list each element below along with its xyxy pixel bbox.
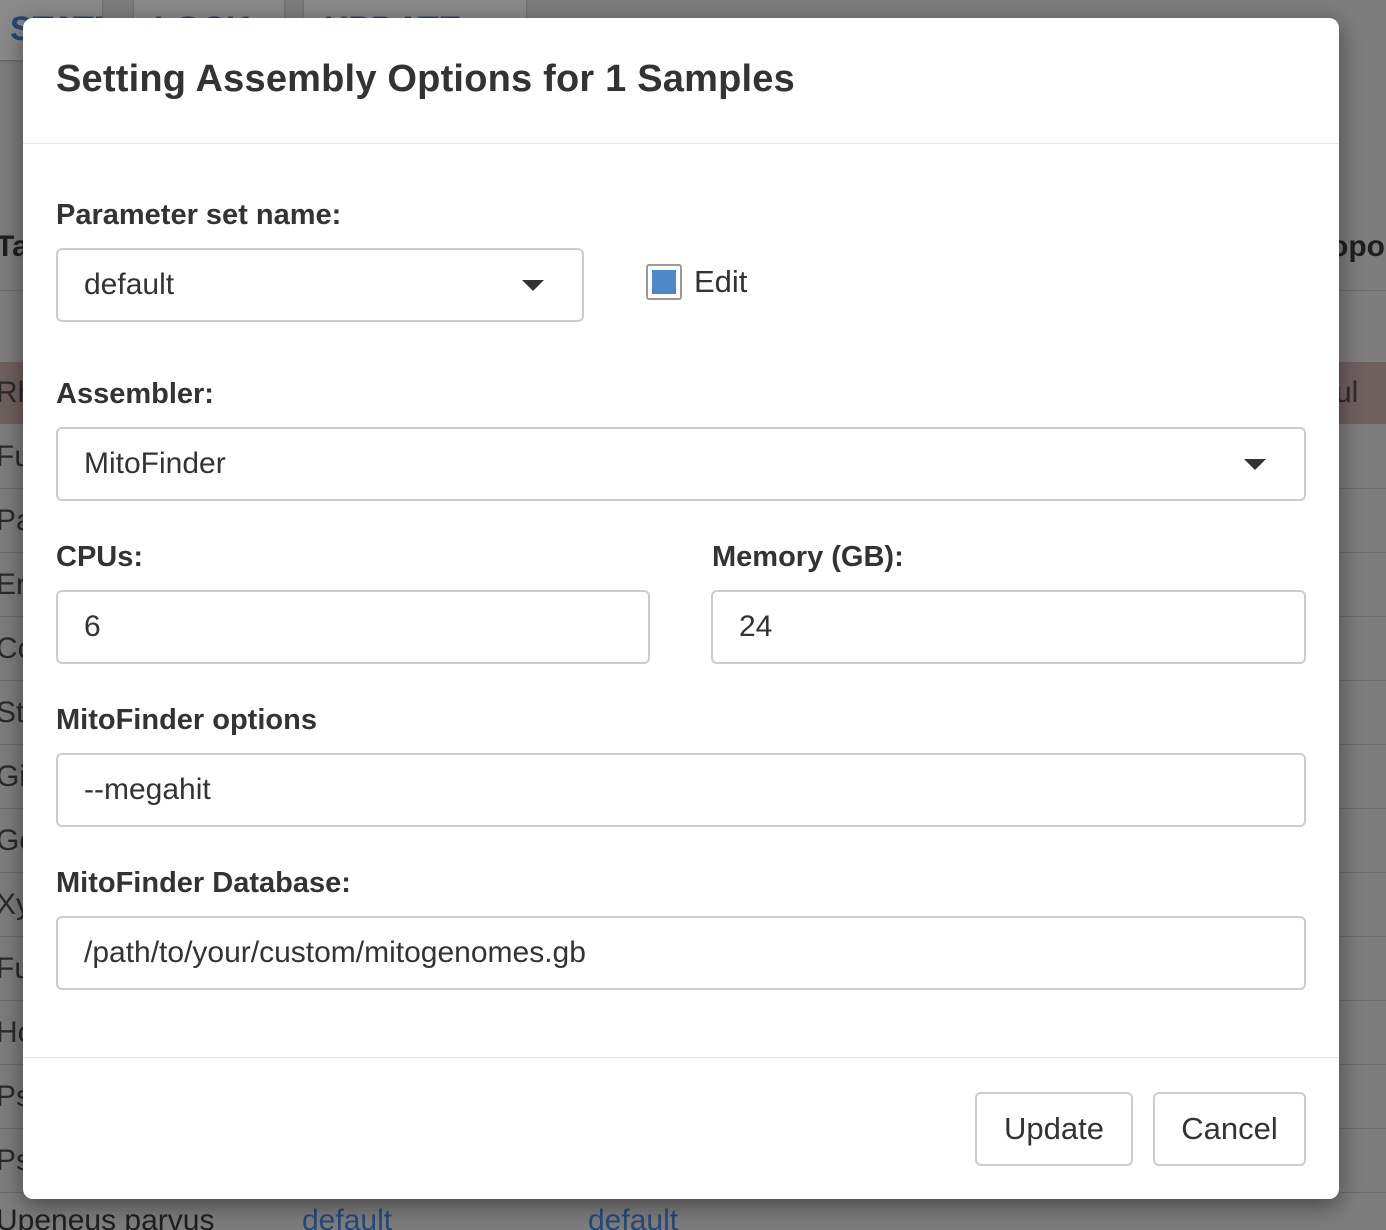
assembly-options-modal: Setting Assembly Options for 1 Samples P… <box>23 18 1339 1199</box>
cpus-input[interactable]: 6 <box>56 590 650 664</box>
cpus-value: 6 <box>84 610 101 643</box>
mitofinder-options-label: MitoFinder options <box>56 704 317 736</box>
parameter-set-select[interactable]: default <box>56 248 584 322</box>
memory-input[interactable]: 24 <box>711 590 1306 664</box>
modal-body: Parameter set name: default Edit Assembl… <box>23 144 1339 1057</box>
chevron-down-icon <box>1244 458 1266 470</box>
memory-label: Memory (GB): <box>712 541 904 573</box>
bg-default-link: default <box>302 1204 393 1230</box>
modal-header: Setting Assembly Options for 1 Samples <box>23 18 1339 144</box>
bg-bottom-row: Upeneus parvus default default <box>0 1200 1386 1230</box>
bg-species-name: Upeneus parvus <box>0 1204 215 1230</box>
assembler-value: MitoFinder <box>84 447 226 480</box>
checkbox-checked-icon <box>652 270 676 294</box>
parameter-set-label: Parameter set name: <box>56 199 342 231</box>
modal-title: Setting Assembly Options for 1 Samples <box>56 58 795 100</box>
modal-footer: Update Cancel <box>23 1057 1339 1199</box>
assembler-label: Assembler: <box>56 378 214 410</box>
bg-row-text: St <box>0 696 25 729</box>
mitofinder-options-input[interactable]: --megahit <box>56 753 1306 827</box>
mitofinder-options-value: --megahit <box>84 773 211 806</box>
mitofinder-database-value: /path/to/your/custom/mitogenomes.gb <box>84 936 586 969</box>
update-button[interactable]: Update <box>975 1092 1133 1166</box>
edit-checkbox-label: Edit <box>694 264 748 299</box>
edit-checkbox-toggle[interactable]: Edit <box>646 264 747 300</box>
edit-checkbox[interactable] <box>646 264 682 300</box>
mitofinder-database-label: MitoFinder Database: <box>56 867 351 899</box>
bg-default-link: default <box>588 1204 679 1230</box>
memory-value: 24 <box>739 610 773 643</box>
chevron-down-icon <box>522 279 544 291</box>
parameter-set-value: default <box>84 268 175 301</box>
cancel-button[interactable]: Cancel <box>1153 1092 1306 1166</box>
assembler-select[interactable]: MitoFinder <box>56 427 1306 501</box>
mitofinder-database-input[interactable]: /path/to/your/custom/mitogenomes.gb <box>56 916 1306 990</box>
cpus-label: CPUs: <box>56 541 144 573</box>
